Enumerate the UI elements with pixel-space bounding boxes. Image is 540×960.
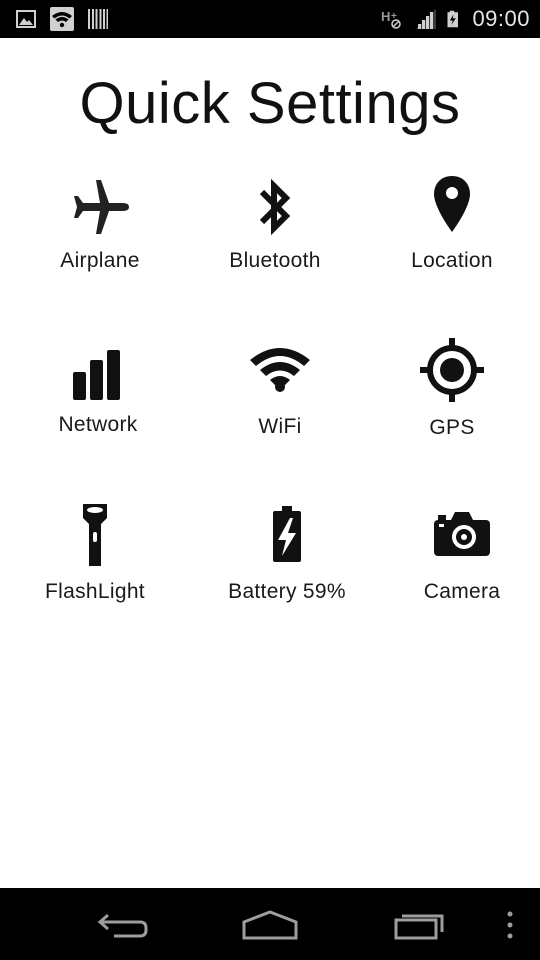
tile-network[interactable]: Network [8,340,188,470]
gps-target-icon [420,338,484,402]
tile-label: GPS [429,416,475,439]
tile-bluetooth[interactable]: Bluetooth [185,172,365,302]
wifi-notification-icon [50,7,74,31]
status-right-icons: H + 09:00 [380,5,530,33]
svg-text:H: H [381,9,390,24]
tile-location[interactable]: Location [362,172,540,302]
status-bar: H + 09:00 [0,0,540,38]
navigation-bar [0,888,540,960]
tile-airplane[interactable]: Airplane [10,172,190,302]
page-title: Quick Settings [79,71,461,136]
recents-icon[interactable] [392,908,452,942]
bluetooth-icon [259,178,291,236]
tile-label: Camera [423,580,501,603]
airplane-icon [74,180,129,234]
camera-icon [434,512,490,556]
tile-label: Battery 59% [228,580,346,603]
tile-battery[interactable]: Battery 59% [197,502,377,632]
status-left-icons [14,7,110,31]
flashlight-icon [83,504,107,566]
battery-charging-icon [447,10,459,28]
home-icon[interactable] [240,908,300,942]
tile-flashlight[interactable]: FlashLight [5,500,185,630]
tile-label: Location [411,249,493,272]
back-icon[interactable] [92,908,152,942]
tile-label: Network [58,413,138,436]
overflow-menu-icon[interactable] [505,908,515,942]
cell-signal-icon [416,9,437,29]
tile-label: FlashLight [45,580,145,603]
location-pin-icon [434,176,470,232]
wifi-icon [250,348,310,392]
gallery-icon [16,10,36,28]
tile-gps[interactable]: GPS [362,336,540,466]
tile-wifi[interactable]: WiFi [190,340,370,470]
tile-label: Airplane [60,249,140,272]
hplus-data-icon: H + [381,9,402,29]
tile-label: WiFi [258,415,302,438]
network-bars-icon [73,350,120,400]
barcode-icon [88,9,108,29]
tile-camera[interactable]: Camera [372,502,540,632]
status-time: 09:00 [472,6,530,31]
tile-label: Bluetooth [229,249,321,272]
battery-charging-icon [273,506,301,562]
